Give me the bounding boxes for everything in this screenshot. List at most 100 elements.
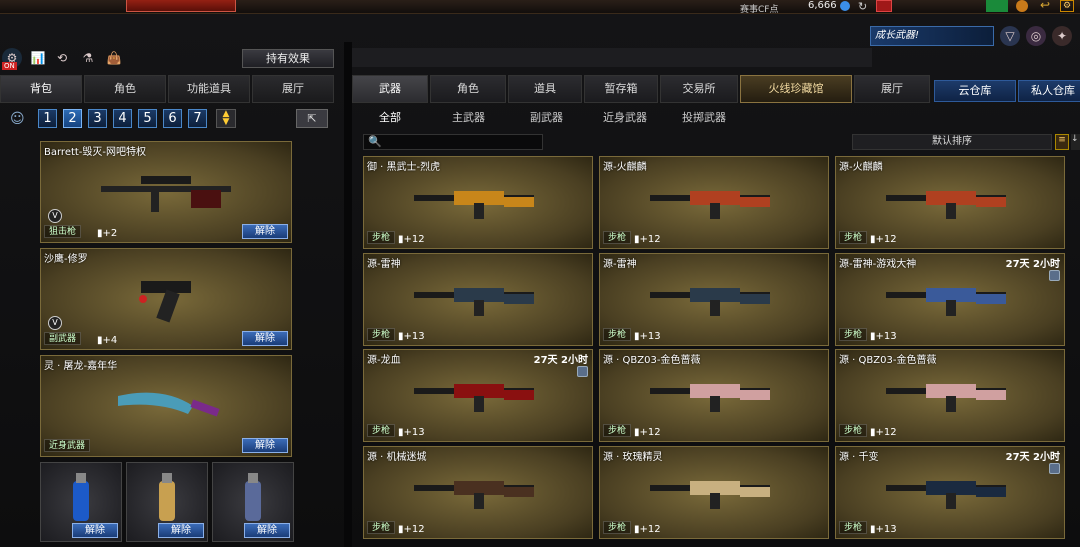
search-input[interactable]: 🔍 [363,134,543,150]
subtab-secondary[interactable]: 副武器 [530,109,563,125]
grenade-slot-3[interactable]: 解除 [212,462,294,542]
slot-2[interactable]: 2 [63,109,82,128]
refresh-icon[interactable]: ↻ [858,0,867,13]
share-icon[interactable]: ⇱ [296,109,328,128]
slot-7[interactable]: 7 [188,109,207,128]
top-tab[interactable] [336,0,416,12]
weapon-bonus: ▮+13 [398,331,425,342]
subtab-primary[interactable]: 主武器 [452,109,485,125]
lock-icon [1049,463,1060,474]
pane-divider [344,42,352,547]
weapon-bonus: ▮+12 [634,524,661,535]
weapon-category: 步枪 [603,328,632,341]
weapon-card[interactable]: 源 · 玫瑰精灵 步枪 ▮+12 [599,446,829,539]
emblem-icon[interactable]: ✦ [1052,26,1072,46]
top-tab-active[interactable] [126,0,236,12]
v-badge-icon: V [48,209,62,223]
weapon-card[interactable]: 源-雷神步枪 ▮+13 [363,253,593,346]
slot-4[interactable]: 4 [113,109,132,128]
top-tab[interactable] [526,0,636,12]
weapon-card[interactable]: 源 · 千变 27天 2小时 步枪 ▮+13 [835,446,1065,539]
stats-icon[interactable]: 📊 [28,48,48,68]
remove-button[interactable]: 解除 [242,224,288,239]
rifle-icon [886,191,1006,219]
weapon-card[interactable]: 源 · QBZ03-金色蔷薇 步枪 ▮+12 [599,349,829,442]
back-icon[interactable]: ↩ [1040,0,1050,12]
tab-function-items[interactable]: 功能道具 [168,75,250,103]
vip-icon[interactable] [876,0,892,12]
weapon-category: 步枪 [603,231,632,244]
weapon-card[interactable]: 源-火麒麟 步枪 ▮+12 [835,156,1065,249]
rifle-icon [650,384,770,412]
grenade-icon [245,473,261,521]
subtab-all[interactable]: 全部 [379,109,401,125]
tab-backpack[interactable]: 背包 [0,75,82,103]
tab-weapons[interactable]: 武器 [352,75,428,103]
tab-showroom[interactable]: 展厅 [252,75,334,103]
weapon-card[interactable]: 源-火麒麟 步枪 ▮+12 [599,156,829,249]
top-tab[interactable] [246,0,316,12]
equipped-primary[interactable]: Barrett-毁灭-网吧特权 V 狙击枪 ▮+2 解除 [40,141,292,243]
growth-weapon-banner[interactable]: 成长武器! [870,26,994,46]
globe-icon[interactable]: ◎ [1026,26,1046,46]
swap-icon[interactable]: ⟲ [52,48,72,68]
list-view-icon[interactable]: ≡ [1055,134,1069,150]
slot-5[interactable]: 5 [138,109,157,128]
shield-icon[interactable] [1016,0,1028,12]
weapon-category: 步枪 [367,328,396,341]
tab-collection-hall[interactable]: 火线珍藏馆 [740,75,852,103]
slot-scroll-arrows[interactable]: ▲ ▼ [216,109,236,128]
slot-3[interactable]: 3 [88,109,107,128]
tab-right-showroom[interactable]: 展厅 [854,75,930,103]
hold-effect-button[interactable]: 持有效果 [242,49,334,68]
rifle-icon [414,288,534,316]
sort-arrow-icon[interactable]: ↓ [1071,134,1080,150]
item-bonus: ▮+4 [97,335,118,346]
lock-icon [577,366,588,377]
tab-role[interactable]: 角色 [84,75,166,103]
equipped-secondary[interactable]: 沙鹰-修罗 V 副武器 ▮+4 解除 [40,248,292,350]
weapon-title: 御 · 黑武士-烈虎 [367,162,441,173]
weapon-title: 源-雷神 [367,259,401,270]
grenade-slot-2[interactable]: 解除 [126,462,208,542]
rifle-icon [886,481,1006,509]
weapon-category: 步枪 [839,424,868,437]
bag-icon[interactable]: 👜 [104,48,124,68]
weapon-card[interactable]: 源 · QBZ03-金色蔷薇 步枪 ▮+12 [835,349,1065,442]
tab-characters[interactable]: 角色 [430,75,506,103]
rifle-icon [650,288,770,316]
tab-cloud-storage[interactable]: 云仓库 [934,80,1016,102]
remove-button[interactable]: 解除 [242,331,288,346]
remove-button[interactable]: 解除 [72,523,118,538]
subtab-throwable[interactable]: 投掷武器 [682,109,726,125]
slot-1[interactable]: 1 [38,109,57,128]
settings-icon[interactable]: ⚙ [1060,0,1074,12]
weapon-card[interactable]: 源-雷神 步枪 ▮+13 [599,253,829,346]
remove-button[interactable]: 解除 [158,523,204,538]
rank-icon[interactable]: ▽ [1000,26,1020,46]
weapon-bonus: ▮+13 [870,331,897,342]
weapon-title: 源-雷神-游戏大神 [839,259,917,270]
remove-button[interactable]: 解除 [242,438,288,453]
top-tab[interactable] [436,0,516,12]
top-tab[interactable] [40,0,110,12]
weapon-card[interactable]: 源 · 机械迷城 步枪 ▮+12 [363,446,593,539]
weapon-card[interactable]: 源-龙血 27天 2小时 步枪 ▮+13 [363,349,593,442]
tab-storage-box[interactable]: 暂存箱 [584,75,658,103]
top-tab[interactable] [646,0,716,12]
tab-exchange[interactable]: 交易所 [660,75,738,103]
character-icon[interactable]: ⚗ [78,48,98,68]
game-screen: { "topbar": {"cf_label": "赛事CF点", "cf_va… [0,0,1080,547]
sniper-rifle-icon [101,176,231,212]
equipped-melee[interactable]: 灵 · 屠龙-嘉年华 近身武器 解除 [40,355,292,457]
tab-private-storage[interactable]: 私人仓库 [1018,80,1080,102]
weapon-card[interactable]: 御 · 黑武士-烈虎 步枪 ▮+12 [363,156,593,249]
grenade-slot-1[interactable]: 解除 [40,462,122,542]
slot-6[interactable]: 6 [163,109,182,128]
subtab-melee[interactable]: 近身武器 [603,109,647,125]
remove-button[interactable]: 解除 [244,523,290,538]
weapon-card[interactable]: 源-雷神-游戏大神 27天 2小时 步枪 ▮+13 [835,253,1065,346]
tab-items[interactable]: 道具 [508,75,582,103]
sort-dropdown[interactable]: 默认排序 [852,134,1052,150]
rifle-icon [886,384,1006,412]
